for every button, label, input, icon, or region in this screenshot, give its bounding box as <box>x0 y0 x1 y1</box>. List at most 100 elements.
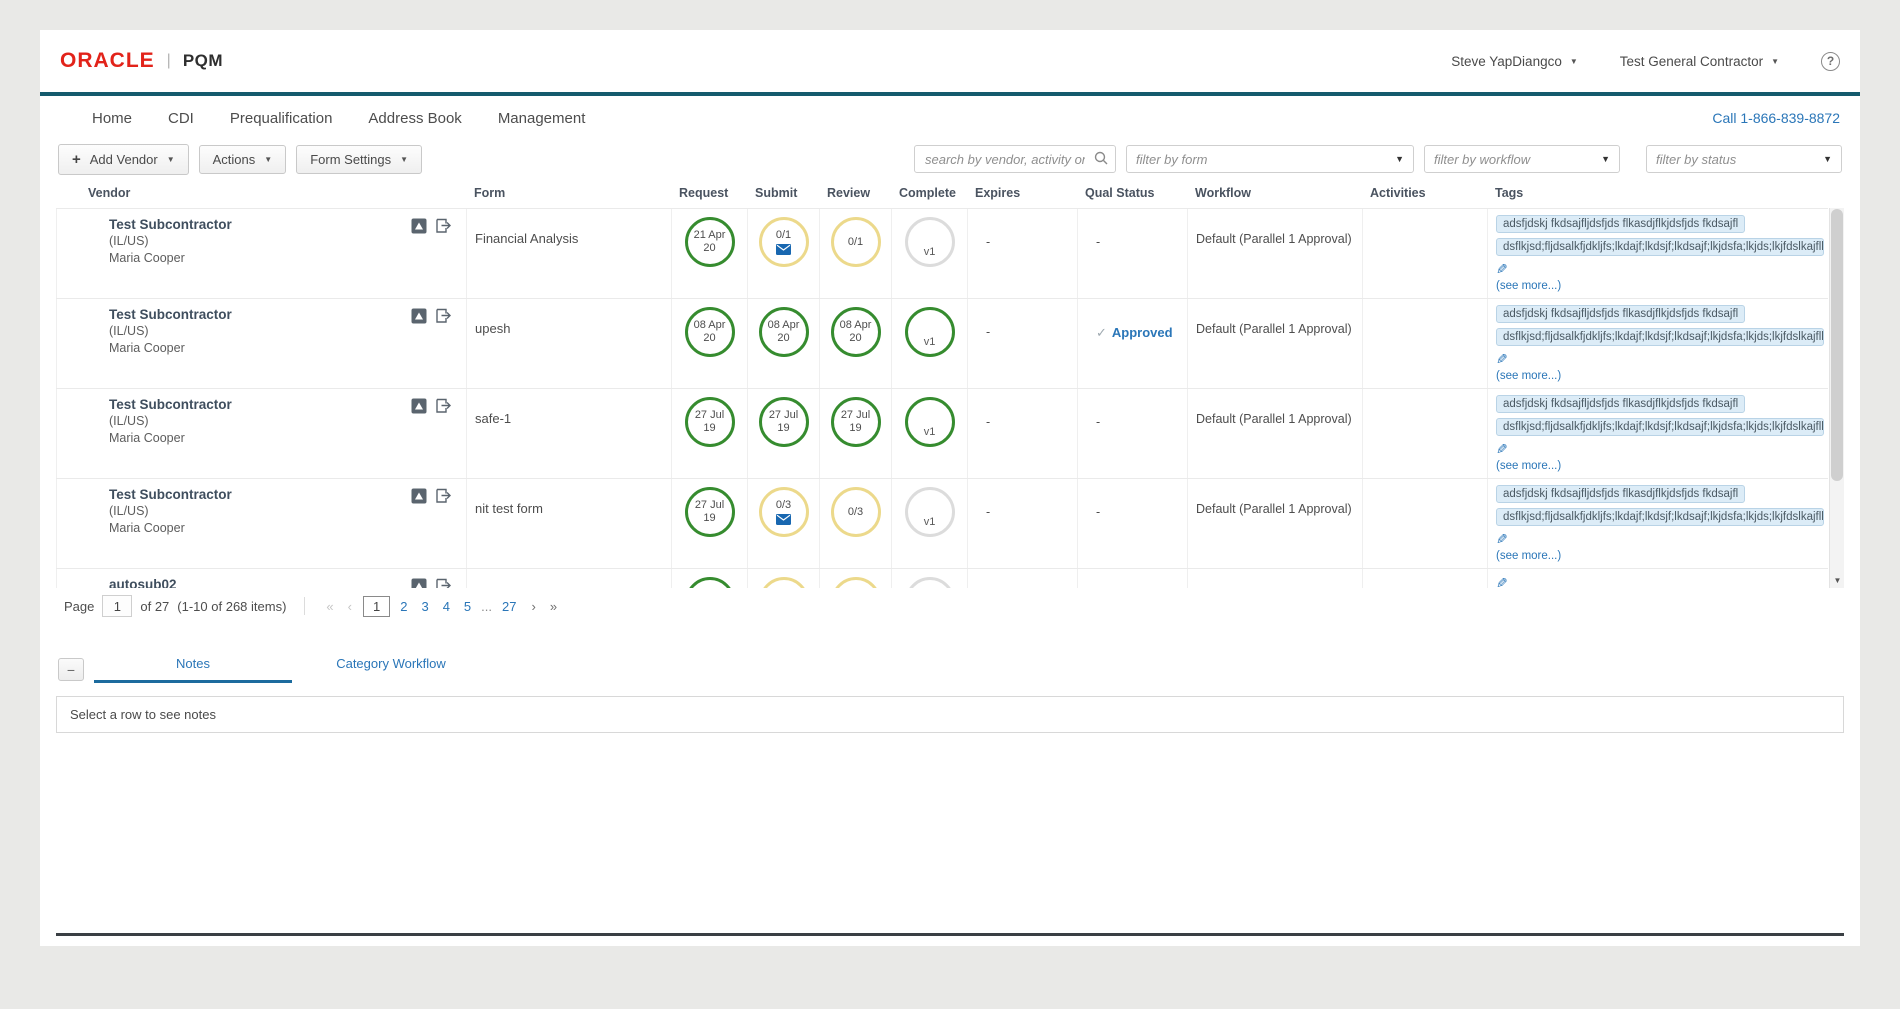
table-row[interactable]: Test Subcontractor(IL/US)Maria CooperFin… <box>56 208 1828 298</box>
document-export-icon[interactable] <box>435 218 452 239</box>
edit-tags-icon[interactable]: ✎ <box>1496 352 1508 366</box>
review-status-circle[interactable]: 27 Jul19 <box>831 397 881 447</box>
report-icon[interactable] <box>411 308 427 329</box>
add-vendor-button[interactable]: + Add Vendor ▼ <box>58 144 189 175</box>
first-page-button[interactable]: « <box>323 599 336 614</box>
vendor-name-link[interactable]: autosub02 <box>109 577 458 588</box>
table-row[interactable]: Test Subcontractor(IL/US)Maria Coopersaf… <box>56 388 1828 478</box>
edit-tags-icon[interactable]: ✎ <box>1496 576 1508 588</box>
column-header-form: Form <box>466 186 671 200</box>
request-status-circle[interactable]: 27 Jul19 <box>685 487 735 537</box>
filter-by-form-select[interactable]: filter by form ▼ <box>1126 145 1414 173</box>
vendor-name-link[interactable]: Test Subcontractor <box>109 397 458 412</box>
prev-page-button[interactable]: ‹ <box>345 599 355 614</box>
actions-button[interactable]: Actions ▼ <box>199 145 287 174</box>
next-page-button[interactable]: › <box>528 599 538 614</box>
request-status-circle[interactable]: 27 Jul19 <box>685 397 735 447</box>
tag-chip[interactable]: adsfjdskj fkdsajfljdsfjds flkasdjflkjdsf… <box>1496 305 1745 323</box>
table-row[interactable]: autosub02(ON/CA)f_autosub02 l_autosub02b… <box>56 568 1828 588</box>
document-export-icon[interactable] <box>435 488 452 509</box>
filter-by-status-select[interactable]: filter by status ▼ <box>1646 145 1842 173</box>
nav-item-address-book[interactable]: Address Book <box>368 110 461 127</box>
scrollbar-down-arrow[interactable]: ▼ <box>1830 572 1844 588</box>
request-status-circle[interactable]: 08 Apr20 <box>685 307 735 357</box>
help-icon[interactable]: ? <box>1821 52 1840 71</box>
nav-item-management[interactable]: Management <box>498 110 586 127</box>
vendor-name-link[interactable]: Test Subcontractor <box>109 487 458 502</box>
see-more-link[interactable]: (see more...) <box>1496 550 1824 562</box>
edit-tags-icon[interactable]: ✎ <box>1496 262 1508 276</box>
table-row[interactable]: Test Subcontractor(IL/US)Maria Cooperupe… <box>56 298 1828 388</box>
edit-tags-icon[interactable]: ✎ <box>1496 532 1508 546</box>
complete-status-circle[interactable]: v1 <box>905 397 955 447</box>
review-status-circle[interactable]: 08 Apr20 <box>831 307 881 357</box>
review-status-circle[interactable]: 0/3 <box>831 487 881 537</box>
complete-status-circle[interactable]: v1 <box>905 217 955 267</box>
nav-item-cdi[interactable]: CDI <box>168 110 194 127</box>
table-row[interactable]: Test Subcontractor(IL/US)Maria Coopernit… <box>56 478 1828 568</box>
vendor-name-link[interactable]: Test Subcontractor <box>109 217 458 232</box>
request-status-circle[interactable]: 01 Oct18 <box>685 577 735 588</box>
report-icon[interactable] <box>411 218 427 239</box>
search-input[interactable] <box>914 145 1116 173</box>
review-status-circle[interactable]: 0/2 <box>831 577 881 588</box>
tag-chip[interactable]: adsfjdskj fkdsajfljdsfjds flkasdjflkjdsf… <box>1496 485 1745 503</box>
report-icon[interactable] <box>411 488 427 509</box>
tag-chip[interactable]: dsflkjsd;fljdsalkfjdkljfs;lkdajf;lkdsjf;… <box>1496 508 1824 526</box>
org-menu[interactable]: Test General Contractor ▼ <box>1620 54 1779 69</box>
tag-chip[interactable]: dsflkjsd;fljdsalkfjdkljfs;lkdajf;lkdsjf;… <box>1496 418 1824 436</box>
submit-status-circle[interactable]: 0/1 <box>759 217 809 267</box>
document-export-icon[interactable] <box>435 398 452 419</box>
complete-status-circle[interactable]: v1 <box>905 577 955 588</box>
call-link[interactable]: Call 1-866-839-8872 <box>1712 110 1840 126</box>
cell-submit: 0/3 <box>747 479 819 568</box>
cell-workflow: Default (Parallel 1 Approval) <box>1187 479 1362 568</box>
tab-notes[interactable]: Notes <box>94 650 292 683</box>
cell-complete: v1 <box>891 299 967 388</box>
vertical-scrollbar[interactable]: ▼ <box>1829 208 1844 588</box>
page-link-5[interactable]: 5 <box>460 599 475 614</box>
edit-tags-icon[interactable]: ✎ <box>1496 442 1508 456</box>
collapse-panel-button[interactable]: − <box>58 658 84 681</box>
request-status-circle[interactable]: 21 Apr20 <box>685 217 735 267</box>
review-status-circle[interactable]: 0/1 <box>831 217 881 267</box>
report-icon[interactable] <box>411 578 427 588</box>
nav-item-prequalification[interactable]: Prequalification <box>230 110 333 127</box>
document-export-icon[interactable] <box>435 578 452 588</box>
tag-chip[interactable]: dsflkjsd;fljdsalkfjdkljfs;lkdajf;lkdsjf;… <box>1496 328 1824 346</box>
scrollbar-thumb[interactable] <box>1831 209 1843 481</box>
tag-chip[interactable]: adsfjdskj fkdsajfljdsfjds flkasdjflkjdsf… <box>1496 395 1745 413</box>
document-export-icon[interactable] <box>435 308 452 329</box>
submit-status-circle[interactable]: 08 Apr20 <box>759 307 809 357</box>
report-icon[interactable] <box>411 398 427 419</box>
user-menu[interactable]: Steve YapDiangco ▼ <box>1451 54 1578 69</box>
see-more-link[interactable]: (see more...) <box>1496 370 1824 382</box>
page-link-3[interactable]: 3 <box>417 599 432 614</box>
tag-chip[interactable]: dsflkjsd;fljdsalkfjdkljfs;lkdajf;lkdsjf;… <box>1496 238 1824 256</box>
submit-circle-text: 0/1 <box>776 229 791 242</box>
page-number-input[interactable] <box>102 595 132 617</box>
complete-status-circle[interactable]: v1 <box>905 487 955 537</box>
page-link-2[interactable]: 2 <box>396 599 411 614</box>
tag-chip[interactable]: adsfjdskj fkdsajfljdsfjds flkasdjflkjdsf… <box>1496 215 1745 233</box>
vendor-location: (IL/US) <box>109 503 458 519</box>
page-link-27[interactable]: 27 <box>498 599 520 614</box>
vendor-contact: Maria Cooper <box>109 340 458 356</box>
submit-status-circle[interactable]: 0/2 <box>759 577 809 588</box>
page-link-1[interactable]: 1 <box>363 596 390 617</box>
column-header-review: Review <box>819 186 891 200</box>
vendor-name-link[interactable]: Test Subcontractor <box>109 307 458 322</box>
tab-category-workflow[interactable]: Category Workflow <box>292 650 490 683</box>
submit-status-circle[interactable]: 0/3 <box>759 487 809 537</box>
qual-status-label[interactable]: Approved <box>1112 325 1173 340</box>
nav-item-home[interactable]: Home <box>92 110 132 127</box>
last-page-button[interactable]: » <box>547 599 560 614</box>
complete-status-circle[interactable]: v1 <box>905 307 955 357</box>
page-link-4[interactable]: 4 <box>439 599 454 614</box>
see-more-link[interactable]: (see more...) <box>1496 460 1824 472</box>
submit-status-circle[interactable]: 27 Jul19 <box>759 397 809 447</box>
form-settings-button[interactable]: Form Settings ▼ <box>296 145 422 174</box>
filter-by-workflow-select[interactable]: filter by workflow ▼ <box>1424 145 1620 173</box>
see-more-link[interactable]: (see more...) <box>1496 280 1824 292</box>
cell-review: 0/2 <box>819 569 891 588</box>
